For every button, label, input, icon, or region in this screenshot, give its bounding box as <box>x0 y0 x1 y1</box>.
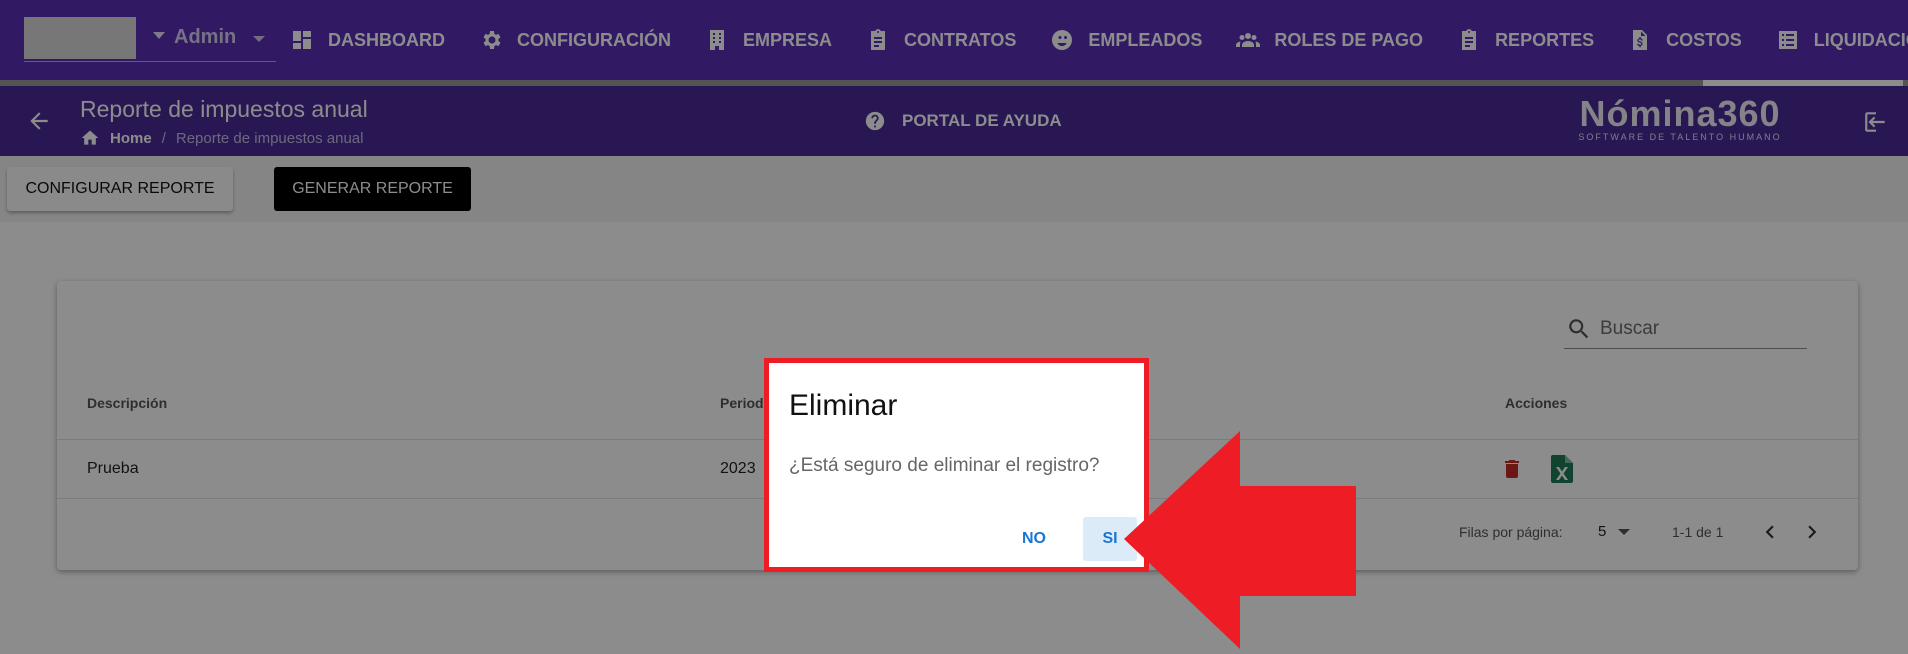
dialog-title: Eliminar <box>789 389 898 422</box>
cancel-button[interactable]: NO <box>1011 517 1057 561</box>
delete-dialog: Eliminar ¿Está seguro de eliminar el reg… <box>764 358 1149 572</box>
arrow-annotation <box>1124 431 1356 649</box>
dialog-message: ¿Está seguro de eliminar el registro? <box>789 455 1100 476</box>
